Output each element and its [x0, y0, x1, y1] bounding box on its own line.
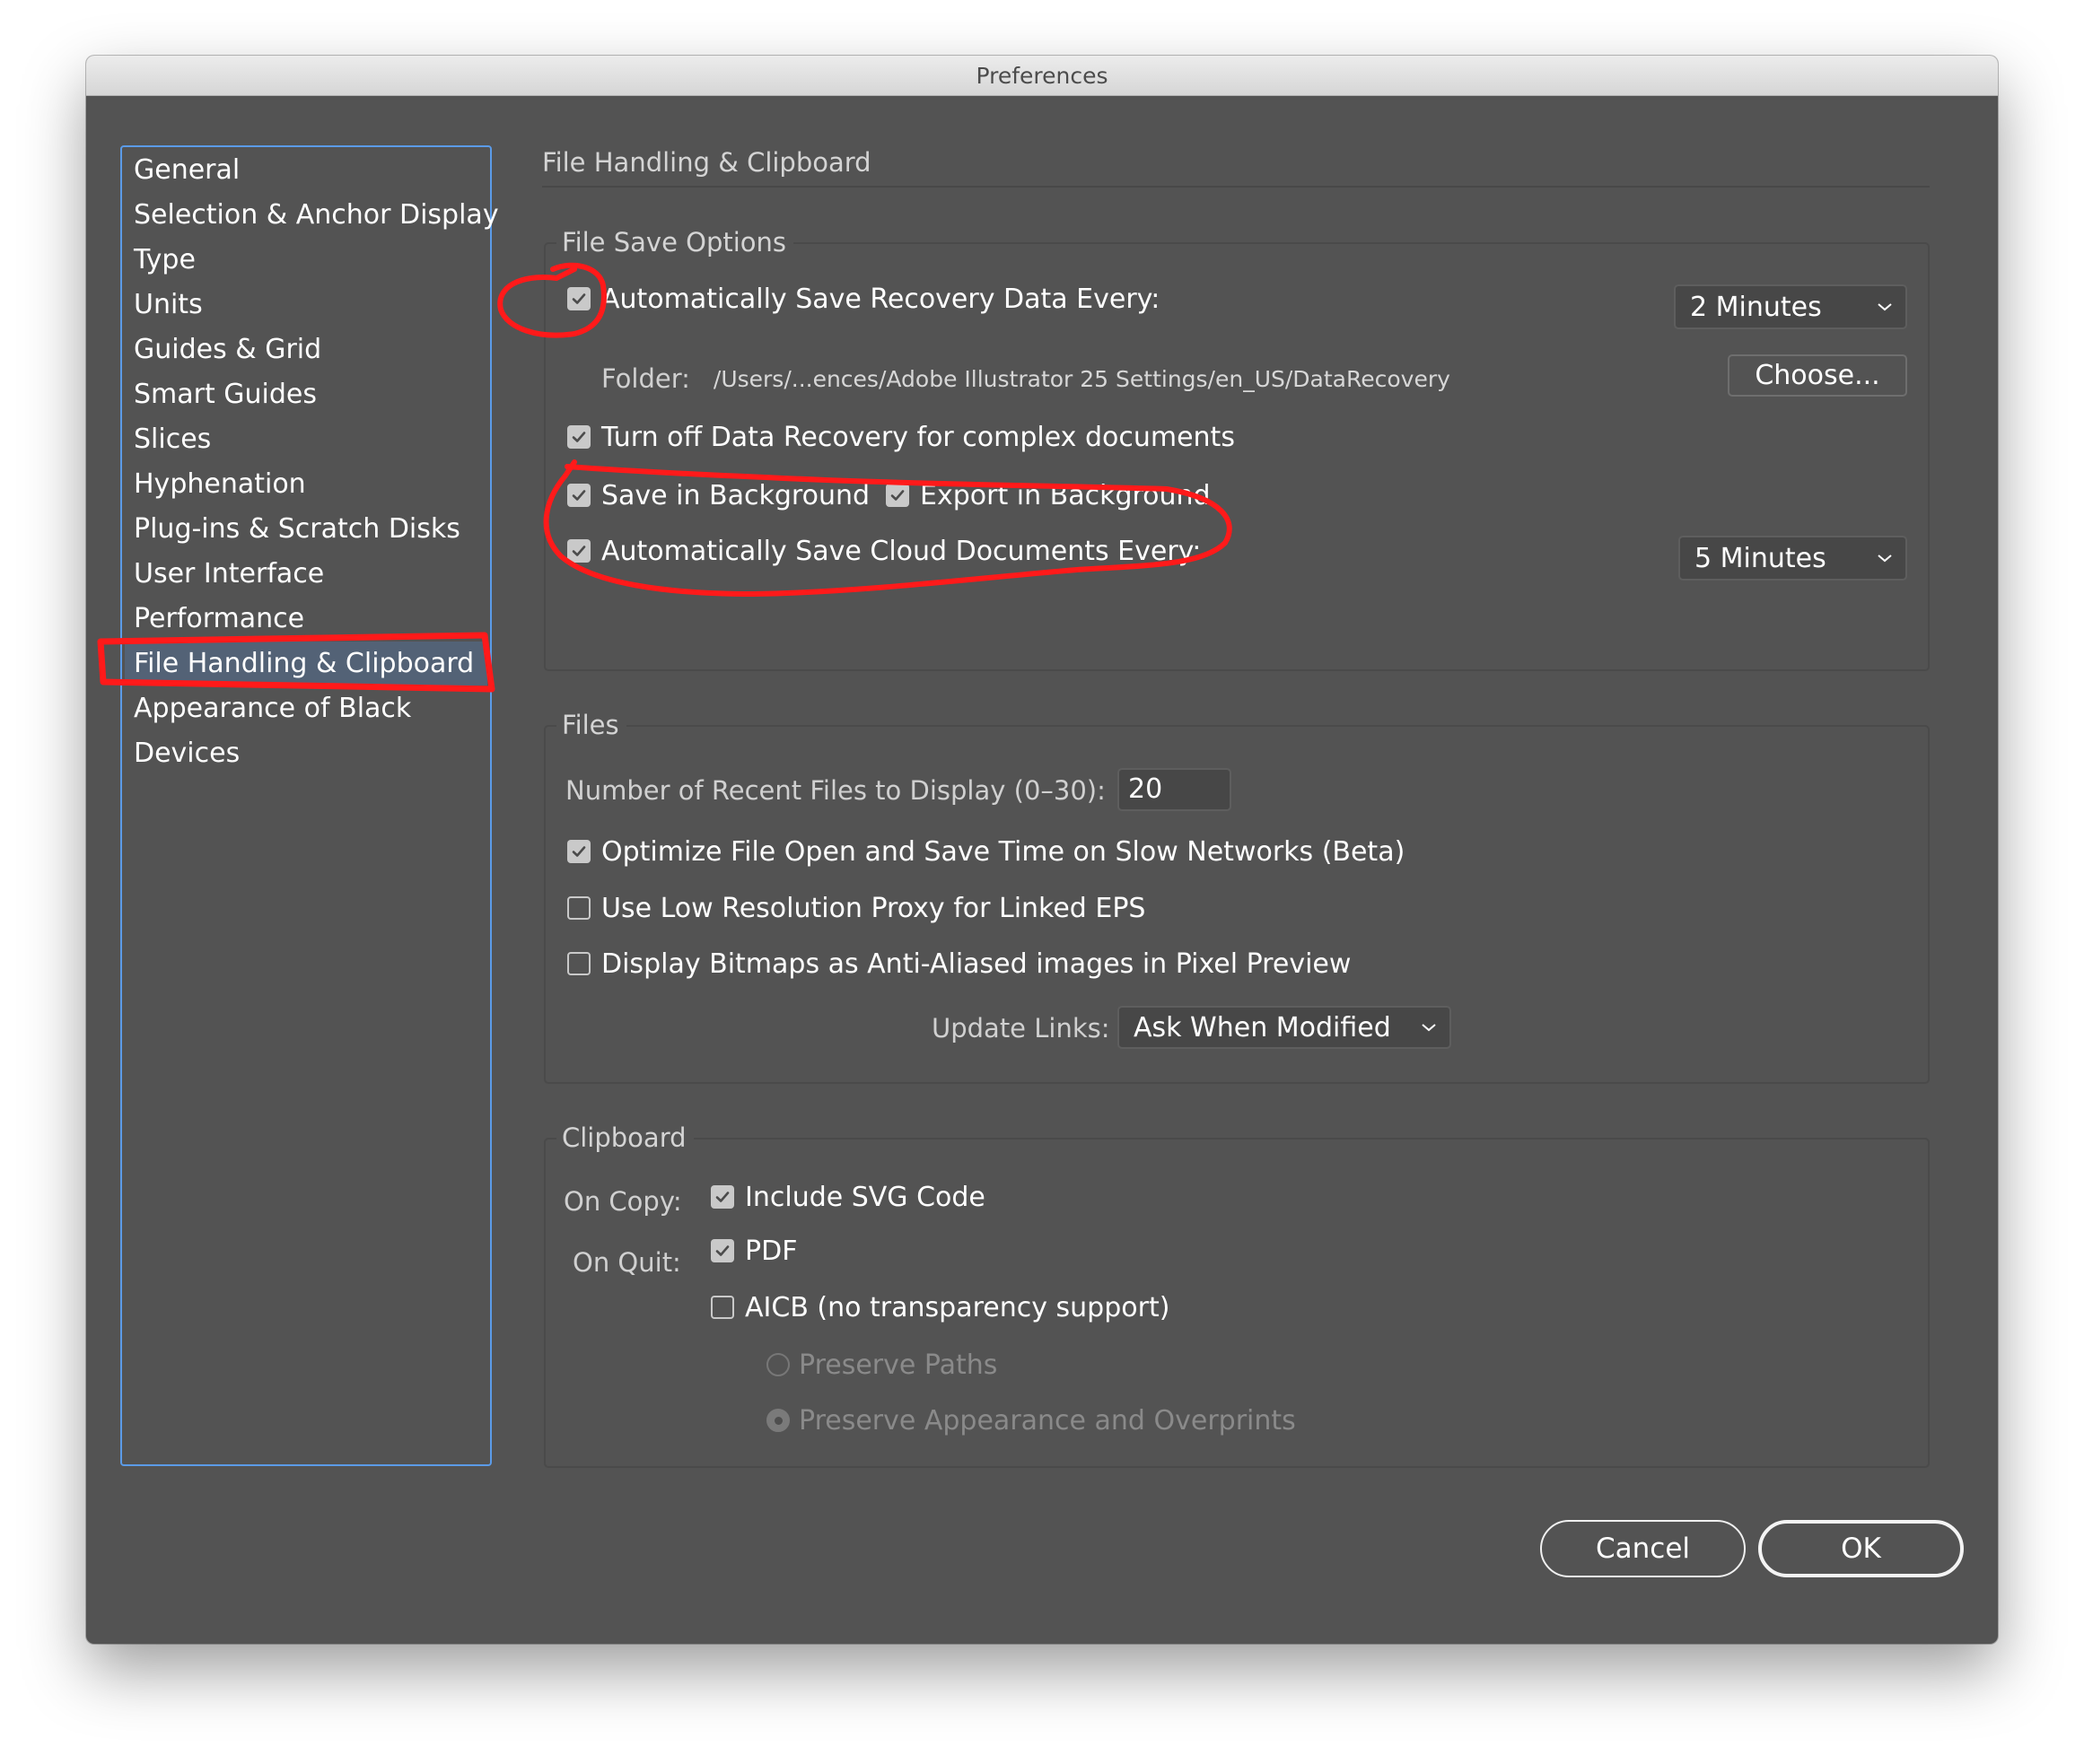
checkmark-icon [572, 490, 586, 501]
save-in-background-row: Save in Background [567, 477, 870, 513]
aicb-row: AICB (no transparency support) [711, 1289, 1169, 1325]
on-quit-label-row: On Quit: [573, 1244, 681, 1280]
auto-save-cloud-checkbox[interactable] [567, 539, 591, 563]
sidebar-item-smart-guides[interactable]: Smart Guides [125, 372, 487, 416]
sidebar-item-performance[interactable]: Performance [125, 597, 487, 641]
update-links-dropdown[interactable]: Ask When Modified [1117, 1006, 1451, 1049]
pdf-checkbox[interactable] [711, 1239, 734, 1262]
optimize-networks-label: Optimize File Open and Save Time on Slow… [601, 835, 1405, 868]
checkmark-icon [572, 432, 586, 442]
files-legend: Files [556, 709, 626, 741]
sidebar-item-devices[interactable]: Devices [125, 731, 487, 775]
export-in-background-checkbox[interactable] [886, 484, 909, 507]
turn-off-recovery-checkbox[interactable] [567, 425, 591, 449]
low-res-proxy-row: Use Low Resolution Proxy for Linked EPS [567, 890, 1145, 926]
low-res-proxy-label: Use Low Resolution Proxy for Linked EPS [601, 892, 1146, 924]
on-copy-label: On Copy: [564, 1186, 682, 1217]
optimize-networks-checkbox[interactable] [567, 840, 591, 863]
checkmark-icon [715, 1192, 730, 1202]
antialiased-bitmaps-row: Display Bitmaps as Anti-Aliased images i… [567, 946, 1351, 982]
auto-save-recovery-checkbox[interactable] [567, 287, 591, 310]
title-bar[interactable]: Preferences [86, 56, 1998, 96]
sidebar-item-general[interactable]: General [125, 148, 487, 192]
preserve-appearance-label: Preserve Appearance and Overprints [799, 1404, 1296, 1437]
window-title: Preferences [976, 62, 1108, 89]
preserve-appearance-row: Preserve Appearance and Overprints [766, 1402, 1296, 1438]
export-in-background-row: Export in Background [886, 477, 1211, 513]
category-list[interactable]: General Selection & Anchor Display Type … [120, 145, 499, 1466]
recovery-interval-dropdown[interactable]: 2 Minutes [1674, 284, 1907, 329]
preserve-appearance-radio[interactable] [766, 1409, 790, 1432]
sidebar-item-hyphenation[interactable]: Hyphenation [125, 462, 487, 506]
update-links-row: Update Links: [932, 1010, 1110, 1046]
checkmark-icon [572, 546, 586, 556]
cloud-save-interval-value: 5 Minutes [1694, 542, 1826, 574]
update-links-value: Ask When Modified [1134, 1011, 1391, 1044]
auto-save-recovery-row: Automatically Save Recovery Data Every: [567, 281, 1160, 317]
cancel-button[interactable]: Cancel [1540, 1520, 1746, 1577]
chevron-down-icon [1878, 303, 1892, 311]
preserve-paths-radio[interactable] [766, 1353, 790, 1376]
recent-files-row: Number of Recent Files to Display (0–30)… [565, 773, 1106, 808]
preserve-paths-row: Preserve Paths [766, 1347, 997, 1383]
on-copy-label-row: On Copy: [564, 1183, 682, 1219]
sidebar-item-units[interactable]: Units [125, 283, 487, 327]
checkmark-icon [715, 1245, 730, 1256]
update-links-label: Update Links: [932, 1013, 1110, 1044]
checkmark-icon [572, 293, 586, 304]
sidebar-item-appearance-of-black[interactable]: Appearance of Black [125, 686, 487, 730]
include-svg-label: Include SVG Code [745, 1181, 985, 1213]
checkmark-icon [890, 490, 905, 501]
pdf-row: PDF [711, 1233, 797, 1269]
save-in-background-label: Save in Background [601, 479, 871, 511]
sidebar-item-slices[interactable]: Slices [125, 417, 487, 461]
auto-save-cloud-label: Automatically Save Cloud Documents Every… [601, 535, 1202, 567]
preserve-paths-label: Preserve Paths [799, 1349, 998, 1381]
folder-label: Folder: [601, 363, 690, 394]
recent-files-input[interactable]: 20 [1117, 768, 1231, 811]
include-svg-row: Include SVG Code [711, 1179, 985, 1215]
pdf-label: PDF [745, 1235, 798, 1267]
preferences-dialog: Preferences General Selection & Anchor D… [86, 56, 1998, 1644]
file-save-options-legend: File Save Options [556, 226, 794, 258]
antialiased-bitmaps-checkbox[interactable] [567, 952, 591, 975]
folder-path: /Users/...ences/Adobe Illustrator 25 Set… [713, 365, 1450, 392]
recent-files-label: Number of Recent Files to Display (0–30)… [565, 775, 1106, 806]
ok-button[interactable]: OK [1758, 1520, 1964, 1577]
turn-off-recovery-row: Turn off Data Recovery for complex docum… [567, 419, 1235, 455]
chevron-down-icon [1878, 555, 1892, 563]
antialiased-bitmaps-label: Display Bitmaps as Anti-Aliased images i… [601, 947, 1352, 980]
sidebar-item-guides-grid[interactable]: Guides & Grid [125, 327, 487, 371]
choose-folder-button[interactable]: Choose... [1728, 354, 1907, 397]
header-divider [542, 186, 1930, 188]
checkmark-icon [572, 846, 586, 857]
aicb-checkbox[interactable] [711, 1296, 734, 1319]
sidebar-item-type[interactable]: Type [125, 238, 487, 282]
cloud-save-interval-dropdown[interactable]: 5 Minutes [1678, 536, 1907, 581]
page-title: File Handling & Clipboard [542, 147, 871, 178]
aicb-label: AICB (no transparency support) [745, 1291, 1170, 1323]
save-in-background-checkbox[interactable] [567, 484, 591, 507]
clipboard-legend: Clipboard [556, 1122, 694, 1154]
folder-row: Folder: /Users/...ences/Adobe Illustrato… [601, 361, 1450, 397]
chevron-down-icon [1422, 1024, 1436, 1032]
optimize-networks-row: Optimize File Open and Save Time on Slow… [567, 834, 1405, 869]
low-res-proxy-checkbox[interactable] [567, 896, 591, 920]
turn-off-recovery-label: Turn off Data Recovery for complex docum… [601, 421, 1235, 453]
recovery-interval-value: 2 Minutes [1690, 291, 1822, 323]
sidebar-item-user-interface[interactable]: User Interface [125, 552, 487, 596]
include-svg-checkbox[interactable] [711, 1185, 734, 1209]
export-in-background-label: Export in Background [920, 479, 1211, 511]
on-quit-label: On Quit: [573, 1247, 681, 1278]
sidebar-item-selection-anchor-display[interactable]: Selection & Anchor Display [125, 193, 499, 237]
sidebar-item-file-handling-clipboard[interactable]: File Handling & Clipboard [125, 642, 487, 686]
auto-save-recovery-label: Automatically Save Recovery Data Every: [601, 283, 1160, 315]
sidebar-item-plugins-scratch-disks[interactable]: Plug-ins & Scratch Disks [125, 507, 487, 551]
auto-save-cloud-row: Automatically Save Cloud Documents Every… [567, 533, 1201, 569]
